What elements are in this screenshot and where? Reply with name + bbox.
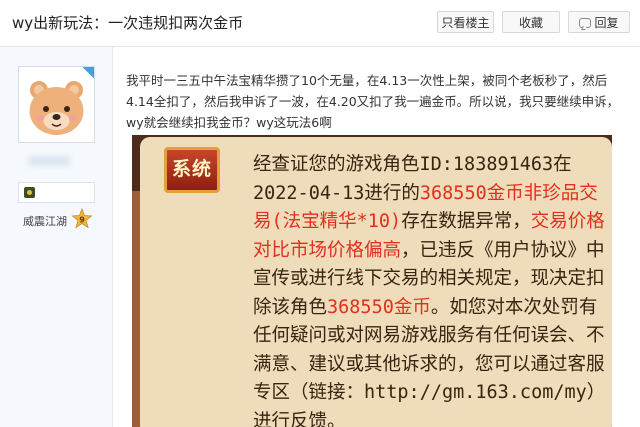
bear-avatar-image: [19, 67, 94, 142]
thread-title: wy出新玩法：一次违规扣两次金币: [12, 14, 244, 32]
rank-title: 威震江湖: [23, 215, 67, 228]
post-body: 我平时一三五中午法宝精华攒了10个无量，在4.13一次性上架，被同个老板秒了，然…: [126, 73, 620, 130]
reply-button[interactable]: 回复: [568, 11, 630, 33]
rank-star-icon: 9: [71, 208, 93, 229]
author-sidebar: 楼主 威震江湖 9: [0, 47, 113, 427]
reply-icon: [579, 18, 592, 28]
avatar[interactable]: 楼主: [18, 66, 95, 143]
thread-header: wy出新玩法：一次违规扣两次金币 只看楼主 收藏 回复: [0, 0, 640, 47]
author-name-blurred[interactable]: [28, 156, 70, 166]
rank-level: 9: [79, 216, 85, 225]
msg-part-2: 存在数据异常，: [401, 211, 531, 232]
level-badge-icon: [24, 187, 35, 198]
reply-label: 回复: [594, 16, 619, 30]
game-message-panel: 系统 经查证您的游戏角色ID:183891463在2022-04-13进行的36…: [140, 137, 612, 427]
system-tag: 系统: [164, 147, 220, 193]
favorite-button[interactable]: 收藏: [502, 11, 560, 33]
only-op-button[interactable]: 只看楼主: [437, 11, 494, 33]
game-screenshot: 系统 经查证您的游戏角色ID:183891463在2022-04-13进行的36…: [132, 135, 612, 427]
level-badge-box: [18, 182, 95, 203]
msg-highlight-3: 368550金币: [327, 296, 431, 318]
game-message-text: 经查证您的游戏角色ID:183891463在2022-04-13进行的36855…: [253, 151, 612, 427]
